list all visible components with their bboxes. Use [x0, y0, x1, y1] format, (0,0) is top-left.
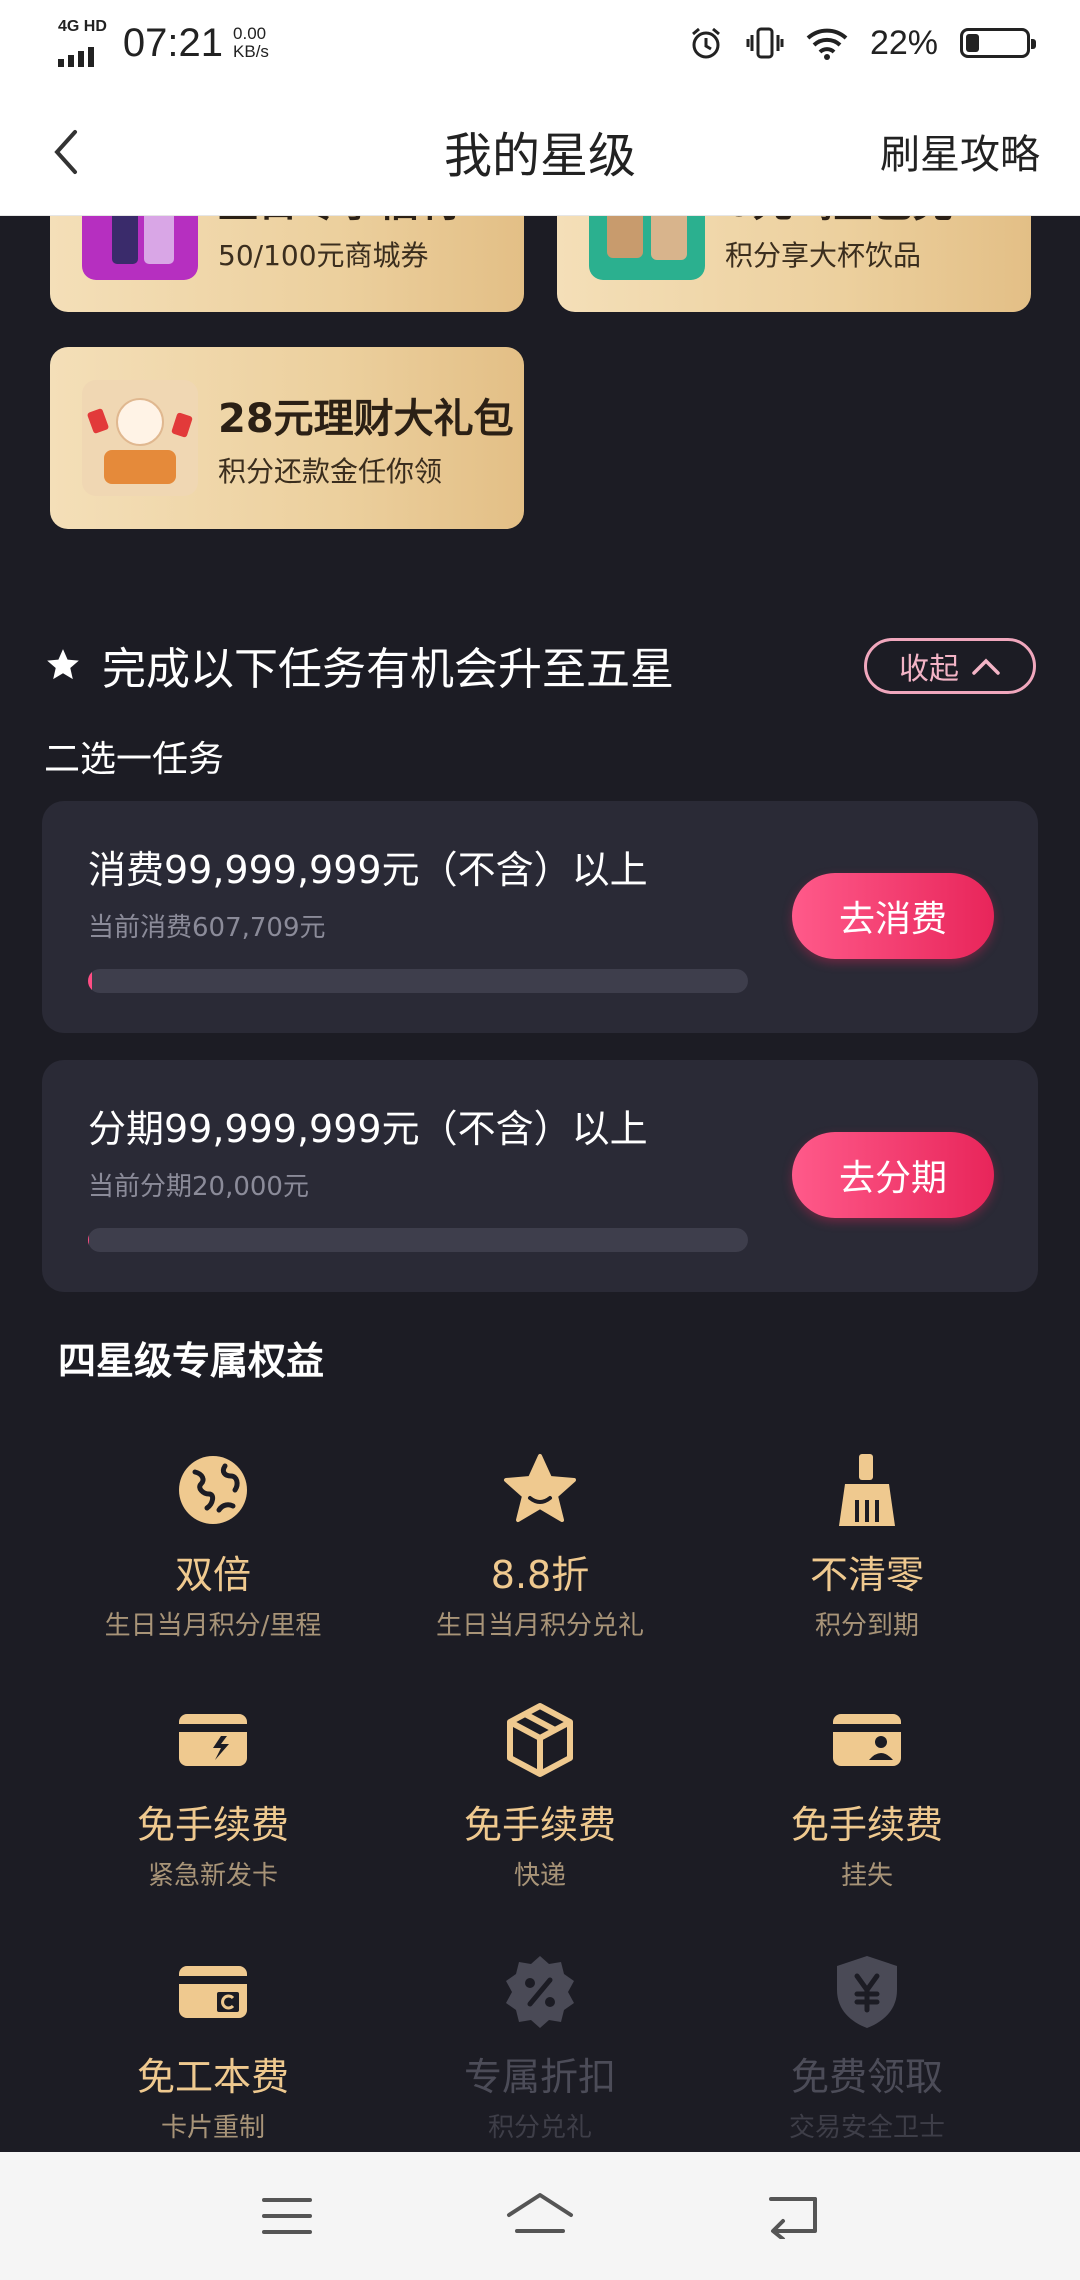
promo-card-starbucks[interactable]: 0元喝星巴克 积分享大杯饮品	[557, 216, 1031, 312]
benefit-item[interactable]: 双倍 生日当月积分/里程	[53, 1450, 373, 1642]
battery-icon	[960, 28, 1036, 58]
back-button[interactable]	[38, 124, 94, 180]
benefit-title: 免手续费	[463, 1803, 616, 1847]
benefit-subtitle: 积分兑礼	[487, 2113, 592, 2143]
home-button[interactable]	[500, 2186, 580, 2246]
promo-card-birthday[interactable]: 生日专享福利 50/100元商城券	[50, 216, 524, 312]
promo-card-text: 生日专享福利 50/100元商城券	[218, 216, 458, 274]
benefit-title: 不清零	[809, 1553, 924, 1597]
task-card-spending: 消费99,999,999元（不含）以上 当前消费607,709元 去消费	[42, 801, 1038, 1033]
clock: 07:21	[122, 20, 224, 65]
benefit-title: 免手续费	[790, 1803, 943, 1847]
task-title: 分期99,999,999元（不含）以上	[88, 1107, 648, 1151]
task-choice-subtitle: 二选一任务	[44, 739, 225, 780]
discount-badge-icon	[506, 1956, 574, 2028]
alarm-icon	[691, 27, 720, 59]
benefit-subtitle: 生日当月积分/里程	[104, 1611, 322, 1641]
benefit-subtitle: 积分到期	[814, 1611, 919, 1641]
card-c-icon	[179, 1966, 247, 2018]
go-spend-button[interactable]: 去消费	[792, 873, 994, 959]
package-icon	[507, 1703, 573, 1777]
promo-card-subtitle: 50/100元商城券	[218, 239, 429, 272]
benefit-subtitle: 交易安全卫士	[788, 2113, 945, 2143]
go-installment-button[interactable]: 去分期	[792, 1132, 994, 1218]
benefit-item[interactable]: 免工本费 卡片重制	[53, 1952, 373, 2144]
benefit-subtitle: 紧急新发卡	[147, 1861, 278, 1891]
benefit-title: 免手续费	[136, 1803, 289, 1847]
promo-card-title: 0元喝星巴克	[725, 216, 953, 228]
benefit-item[interactable]: 不清零 积分到期	[707, 1450, 1027, 1642]
status-bar: 4G HD 07:21 0.00 KB/s 22%	[0, 0, 1080, 86]
net-speed-value: 0.00	[233, 24, 267, 43]
signal-icon	[58, 45, 94, 67]
net-speed-unit: KB/s	[233, 42, 269, 61]
star-icon	[504, 1454, 576, 1522]
vibrate-icon	[746, 27, 784, 59]
card-lightning-icon	[179, 1714, 247, 1766]
benefit-subtitle: 卡片重制	[160, 2113, 265, 2143]
collapse-label: 收起	[899, 652, 959, 687]
birthday-gift-image	[82, 216, 198, 280]
benefit-subtitle: 生日当月积分兑礼	[435, 1611, 644, 1641]
benefit-item[interactable]: 8.8折 生日当月积分兑礼	[380, 1450, 700, 1642]
benefit-item-locked[interactable]: 免费领取 交易安全卫士	[707, 1952, 1027, 2144]
main-content: 生日专享福利 50/100元商城券 0元喝星巴克 积分享大杯饮品 28元理财大礼…	[0, 216, 1080, 2152]
promo-card-subtitle: 积分还款金任你领	[218, 455, 443, 488]
fortune-god-image	[82, 380, 198, 496]
task-card-installment: 分期99,999,999元（不含）以上 当前分期20,000元 去分期	[42, 1060, 1038, 1292]
benefit-title: 专属折扣	[463, 2055, 616, 2099]
shield-yen-icon	[837, 1956, 897, 2028]
back-nav-button[interactable]	[753, 2186, 833, 2246]
promo-card-title: 28元理财大礼包	[218, 396, 514, 442]
network-type: 4G HD	[58, 18, 107, 35]
benefit-title: 双倍	[174, 1553, 251, 1597]
home-icon	[506, 2193, 573, 2233]
task-progress-fill	[88, 969, 92, 993]
net-speed: 0.00 KB/s	[233, 25, 269, 61]
benefit-title: 免费领取	[790, 2055, 943, 2099]
battery-fill	[966, 34, 979, 52]
promo-card-text: 28元理财大礼包 积分还款金任你领	[218, 386, 514, 490]
menu-icon	[261, 2198, 312, 2234]
star-icon	[47, 649, 79, 680]
signal-group: 4G HD	[58, 19, 107, 67]
benefit-title: 8.8折	[490, 1553, 590, 1597]
upgrade-section-header: 完成以下任务有机会升至五星 收起	[44, 630, 1036, 700]
battery-percent: 22%	[869, 23, 938, 62]
globe-icon	[179, 1456, 247, 1524]
status-left: 4G HD 07:21 0.00 KB/s	[58, 19, 269, 67]
promo-card-title: 生日专享福利	[218, 216, 458, 228]
benefit-subtitle: 快递	[513, 1861, 566, 1891]
status-right: 22%	[688, 23, 1036, 63]
chevron-left-icon	[54, 130, 77, 174]
benefit-item[interactable]: 免手续费 紧急新发卡	[53, 1700, 373, 1892]
task-current: 当前消费607,709元	[88, 913, 326, 943]
upgrade-section-title: 完成以下任务有机会升至五星	[102, 644, 674, 695]
benefit-item-locked[interactable]: 专属折扣 积分兑礼	[380, 1952, 700, 2144]
promo-card-text: 0元喝星巴克 积分享大杯饮品	[725, 216, 953, 274]
promo-card-subtitle: 积分享大杯饮品	[725, 239, 922, 272]
benefit-item[interactable]: 免手续费 挂失	[707, 1700, 1027, 1892]
benefits-title: 四星级专属权益	[58, 1339, 325, 1383]
task-progress-bar	[88, 1228, 748, 1252]
chevron-up-icon	[972, 658, 1000, 675]
task-title: 消费99,999,999元（不含）以上	[88, 848, 648, 892]
page-title: 我的星级	[443, 127, 636, 184]
wifi-icon	[806, 28, 848, 60]
coffee-image	[589, 216, 705, 280]
menu-button[interactable]	[247, 2186, 327, 2246]
nav-bar: 我的星级 刷星攻略	[0, 86, 1080, 216]
promo-card-finance[interactable]: 28元理财大礼包 积分还款金任你领	[50, 347, 524, 529]
system-nav-bar	[0, 2152, 1080, 2280]
card-person-icon	[833, 1714, 901, 1766]
back-icon	[769, 2197, 818, 2239]
task-current: 当前分期20,000元	[88, 1172, 309, 1202]
benefit-title: 免工本费	[136, 2055, 289, 2099]
collapse-button[interactable]: 收起	[864, 638, 1036, 694]
benefit-item[interactable]: 免手续费 快递	[380, 1700, 700, 1892]
strategy-link[interactable]: 刷星攻略	[880, 122, 1040, 180]
benefit-subtitle: 挂失	[840, 1861, 893, 1891]
task-progress-bar	[88, 969, 748, 993]
broom-icon	[839, 1454, 895, 1526]
